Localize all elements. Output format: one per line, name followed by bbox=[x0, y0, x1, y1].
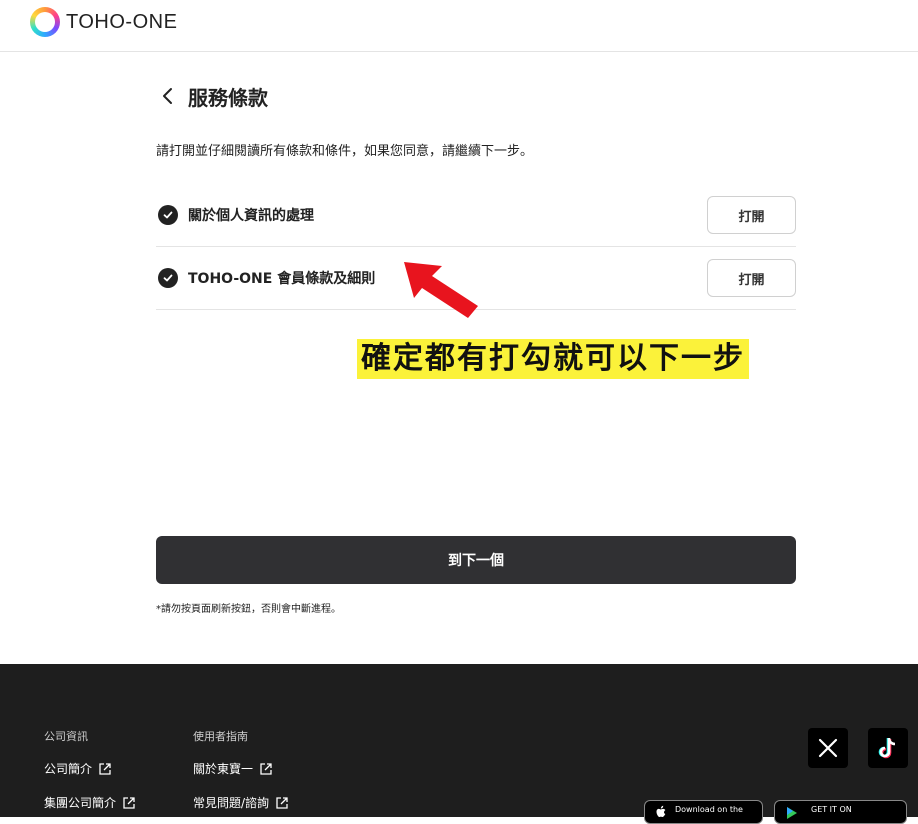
footer-col-guide-title: 使用者指南 bbox=[193, 730, 248, 743]
footer-link-label: 集團公司簡介 bbox=[44, 796, 117, 810]
google-play-label: GET IT ON bbox=[811, 805, 852, 814]
page-title: 服務條款 bbox=[188, 86, 268, 110]
footer-link-company-profile[interactable]: 公司簡介 bbox=[44, 760, 112, 777]
footer-link-faq[interactable]: 常見問題/諮詢 bbox=[193, 794, 289, 811]
footer-link-group-profile[interactable]: 集團公司簡介 bbox=[44, 794, 136, 811]
logo[interactable]: TOHO-ONE bbox=[30, 7, 177, 37]
page-description: 請打開並仔細閱讀所有條款和條件，如果您同意，請繼續下一步。 bbox=[156, 144, 534, 159]
app-store-label: Download on the bbox=[675, 805, 743, 814]
refresh-warning-note: *請勿按頁面刷新按鈕，否則會中斷進程。 bbox=[156, 604, 341, 615]
next-button[interactable]: 到下一個 bbox=[156, 536, 796, 584]
google-play-badge[interactable]: GET IT ON bbox=[774, 800, 907, 824]
check-circle-icon[interactable] bbox=[158, 268, 178, 288]
external-link-icon bbox=[99, 762, 111, 775]
footer-col-company-title: 公司資訊 bbox=[44, 730, 88, 743]
external-link-icon bbox=[276, 796, 288, 809]
app-store-badge[interactable]: Download on the bbox=[644, 800, 763, 824]
footer-link-label: 常見問題/諮詢 bbox=[193, 796, 270, 810]
site-header: TOHO-ONE bbox=[0, 0, 918, 52]
tiktok-icon[interactable] bbox=[868, 728, 908, 768]
footer-link-label: 關於東寶一 bbox=[193, 762, 254, 776]
red-arrow-icon bbox=[404, 262, 478, 318]
x-icon[interactable] bbox=[808, 728, 848, 768]
site-footer: 公司資訊 公司簡介 集團公司簡介 使用者指南 關於東寶一 常見問題/諮詢 Dow… bbox=[0, 664, 918, 824]
annotation-callout: 確定都有打勾就可以下一步 bbox=[357, 339, 749, 379]
open-button[interactable]: 打開 bbox=[707, 196, 796, 234]
terms-label: 關於個人資訊的處理 bbox=[188, 208, 314, 224]
external-link-icon bbox=[260, 762, 272, 775]
footer-link-about[interactable]: 關於東寶一 bbox=[193, 760, 273, 777]
terms-row-privacy: 關於個人資訊的處理 打開 bbox=[156, 184, 796, 247]
back-chevron-icon[interactable] bbox=[158, 84, 178, 108]
logo-text: TOHO-ONE bbox=[66, 10, 178, 33]
external-link-icon bbox=[123, 796, 135, 809]
logo-ring-icon bbox=[30, 7, 60, 37]
terms-label: TOHO-ONE 會員條款及細則 bbox=[188, 271, 376, 287]
footer-link-label: 公司簡介 bbox=[44, 762, 93, 776]
check-circle-icon[interactable] bbox=[158, 205, 178, 225]
open-button[interactable]: 打開 bbox=[707, 259, 796, 297]
